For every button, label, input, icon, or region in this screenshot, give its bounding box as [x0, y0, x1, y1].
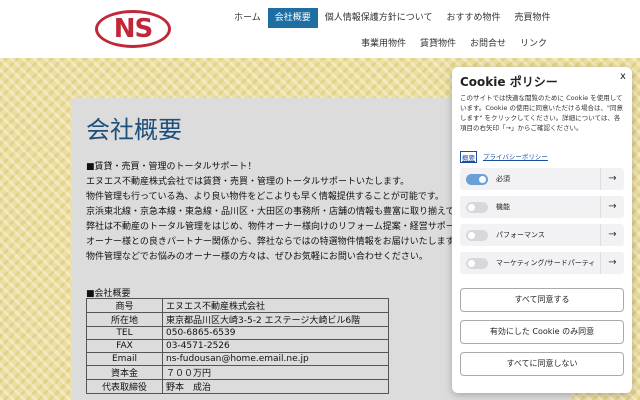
- table-value: エヌエス不動産株式会社: [162, 298, 389, 313]
- table-key: TEL: [86, 326, 163, 340]
- summary-link[interactable]: 概要: [460, 151, 477, 163]
- nav-company[interactable]: 会社概要: [267, 8, 318, 28]
- table-key: 所在地: [86, 312, 163, 327]
- category-label: マーケティング/サードパーティ: [496, 259, 596, 267]
- toggle-required[interactable]: [466, 174, 488, 185]
- company-logo[interactable]: NS: [95, 10, 171, 48]
- nav-sale[interactable]: 売買物件: [508, 8, 558, 28]
- nav-contact[interactable]: お問合せ: [463, 34, 513, 54]
- table-row: Email ns-fudousan@home.email.ne.jp: [86, 352, 389, 366]
- table-key: 商号: [86, 298, 163, 313]
- nav-privacy[interactable]: 個人情報保護方針について: [318, 8, 440, 28]
- arrow-right-icon[interactable]: →: [600, 168, 624, 190]
- table-row: 代表取締役 野本 成治: [86, 379, 389, 394]
- main-nav-row1: ホーム 会社概要 個人情報保護方針について おすすめ物件 売買物件: [227, 8, 558, 28]
- category-label: 機能: [496, 203, 510, 211]
- category-label: 必須: [496, 175, 510, 183]
- nav-rental[interactable]: 賃貸物件: [413, 34, 463, 54]
- privacy-policy-link[interactable]: プライバシーポリシー: [483, 151, 548, 163]
- table-value: 050-6865-6539: [162, 326, 389, 340]
- table-row: 商号 エヌエス不動産株式会社: [86, 298, 389, 313]
- table-value: 03-4571-2526: [162, 339, 389, 353]
- logo-text: NS: [113, 14, 153, 44]
- intro-line: 弊社は不動産のトータル管理をはじめ、物件オーナー様向けのリフォーム提案・経営サポ…: [86, 222, 455, 232]
- table-value: 野本 成治: [162, 379, 389, 394]
- site-header: NS ホーム 会社概要 個人情報保護方針について おすすめ物件 売買物件 事業用…: [0, 0, 640, 58]
- intro-text: ■賃貸・売買・管理のトータルサポート！ エヌエス不動産株式会社では賃貸・売買・管…: [86, 160, 455, 265]
- intro-line: 京浜東北線・京急本線・東急線・品川区・大田区の事務所・店舗の情報も豊富に取り揃え…: [86, 207, 455, 217]
- table-value: 東京都品川区大崎3-5-2 エステージ大崎ビル6階: [162, 312, 389, 327]
- toggle-marketing[interactable]: [466, 258, 488, 269]
- arrow-right-icon[interactable]: →: [600, 252, 624, 274]
- cookie-description: このサイトでは快適な閲覧のために Cookie を使用しています。Cookie …: [460, 94, 623, 132]
- table-row: 資本金 ７００万円: [86, 365, 389, 380]
- table-row: 所在地 東京都品川区大崎3-5-2 エステージ大崎ビル6階: [86, 312, 389, 327]
- category-label: パフォーマンス: [496, 231, 545, 239]
- toggle-performance[interactable]: [466, 230, 488, 241]
- accept-selected-button[interactable]: 有効にした Cookie のみ同意: [460, 320, 624, 344]
- nav-links[interactable]: リンク: [513, 34, 554, 54]
- cookie-category-performance: パフォーマンス →: [460, 224, 624, 246]
- intro-line: オーナー様との良きパートナー関係から、弊社ならではの特選物件情報をお届けいたしま…: [86, 237, 455, 247]
- table-row: TEL 050-6865-6539: [86, 326, 389, 340]
- table-key: Email: [86, 352, 163, 366]
- company-table: 商号 エヌエス不動産株式会社 所在地 東京都品川区大崎3-5-2 エステージ大崎ビル…: [86, 298, 389, 394]
- arrow-right-icon[interactable]: →: [600, 196, 624, 218]
- table-key: 資本金: [86, 365, 163, 380]
- nav-business[interactable]: 事業用物件: [354, 34, 413, 54]
- reject-all-button[interactable]: すべてに同意しない: [460, 352, 624, 376]
- table-value: ７００万円: [162, 365, 389, 380]
- toggle-functional[interactable]: [466, 202, 488, 213]
- cookie-links: 概要 プライバシーポリシー: [460, 151, 548, 163]
- intro-line: 物件管理などでお悩みのオーナー様の方々は、ぜひお気軽にお問い合わせください。: [86, 252, 428, 262]
- nav-home[interactable]: ホーム: [227, 8, 268, 28]
- table-key: 代表取締役: [86, 379, 163, 394]
- cookie-dialog: Cookie ポリシー x このサイトでは快適な閲覧のために Cookie を使…: [452, 67, 632, 393]
- accept-all-button[interactable]: すべて同意する: [460, 288, 624, 312]
- cookie-category-required: 必須 →: [460, 168, 624, 190]
- cookie-title: Cookie ポリシー: [460, 75, 558, 89]
- table-key: FAX: [86, 339, 163, 353]
- nav-recommended[interactable]: おすすめ物件: [439, 8, 507, 28]
- main-nav-row2: 事業用物件 賃貸物件 お問合せ リンク: [354, 34, 554, 54]
- intro-line: エヌエス不動産株式会社では賃貸・売買・管理のトータルサポートいたします。: [86, 177, 410, 187]
- cookie-category-functional: 機能 →: [460, 196, 624, 218]
- page-title: 会社概要: [86, 116, 182, 144]
- intro-line: ■賃貸・売買・管理のトータルサポート！: [86, 162, 257, 172]
- table-value: ns-fudousan@home.email.ne.jp: [162, 352, 389, 366]
- arrow-right-icon[interactable]: →: [600, 224, 624, 246]
- cookie-category-marketing: マーケティング/サードパーティ →: [460, 252, 624, 274]
- intro-line: 物件管理も行っている為、より良い物件をどこよりも早く情報提供することが可能です。: [86, 192, 445, 202]
- close-icon[interactable]: x: [620, 71, 626, 82]
- table-row: FAX 03-4571-2526: [86, 339, 389, 353]
